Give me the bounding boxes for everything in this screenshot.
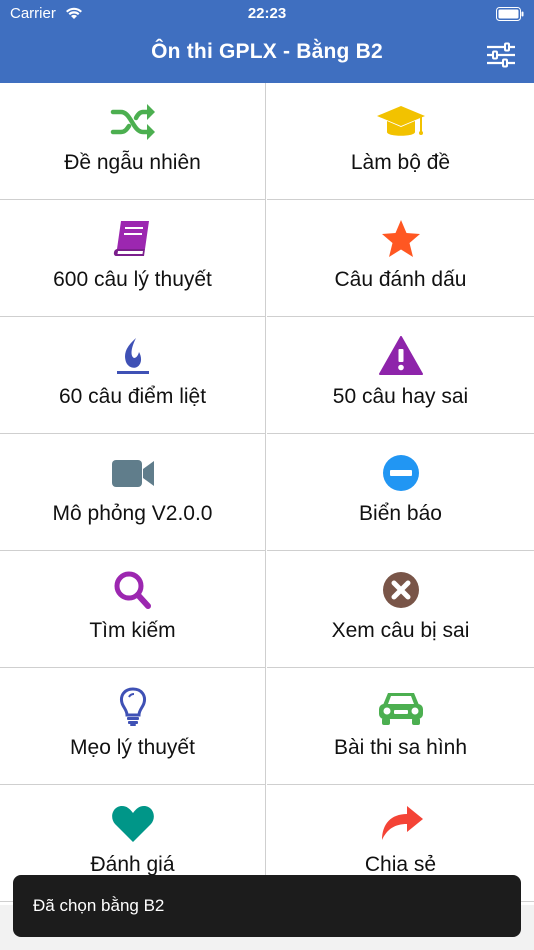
menu-label: Chia sẻ bbox=[364, 853, 437, 876]
menu-wrong-answers[interactable]: Xem câu bị sai bbox=[267, 551, 534, 668]
status-bar: Carrier 22:23 bbox=[0, 0, 534, 28]
fire-icon bbox=[109, 336, 157, 376]
menu-label: 50 câu hay sai bbox=[332, 385, 469, 408]
menu-600-theory[interactable]: 600 câu lý thuyết bbox=[0, 200, 266, 317]
menu-label: Mẹo lý thuyết bbox=[70, 736, 195, 759]
menu-road-signs[interactable]: Biển báo bbox=[267, 434, 534, 551]
menu-label: Đánh giá bbox=[90, 853, 175, 876]
book-icon bbox=[109, 219, 157, 259]
video-camera-icon bbox=[109, 453, 157, 493]
menu-exam-sets[interactable]: Làm bộ đề bbox=[267, 83, 534, 200]
menu-label: Bài thi sa hình bbox=[333, 736, 468, 759]
menu-random-exam[interactable]: Đề ngẫu nhiên bbox=[0, 83, 266, 200]
clock: 22:23 bbox=[247, 5, 287, 22]
menu-practical-test[interactable]: Bài thi sa hình bbox=[267, 668, 534, 785]
toast-text: Đã chọn bằng B2 bbox=[33, 896, 165, 915]
menu-label: Câu đánh dấu bbox=[334, 268, 467, 291]
menu-50-common-mistakes[interactable]: 50 câu hay sai bbox=[267, 317, 534, 434]
times-circle-icon bbox=[377, 570, 425, 610]
settings-sliders-icon[interactable] bbox=[486, 42, 516, 68]
page-title: Ôn thi GPLX - Bằng B2 bbox=[151, 40, 383, 63]
battery-icon bbox=[496, 7, 524, 21]
lightbulb-icon bbox=[109, 687, 157, 727]
star-icon bbox=[377, 219, 425, 259]
menu-theory-tips[interactable]: Mẹo lý thuyết bbox=[0, 668, 266, 785]
graduation-cap-icon bbox=[376, 102, 425, 142]
no-entry-icon bbox=[377, 453, 425, 493]
toast-message: Đã chọn bằng B2 bbox=[13, 875, 521, 937]
shuffle-icon bbox=[109, 102, 157, 142]
menu-label: 60 câu điểm liệt bbox=[58, 385, 207, 408]
menu-label: Mô phỏng V2.0.0 bbox=[52, 502, 213, 525]
menu-search[interactable]: Tìm kiếm bbox=[0, 551, 266, 668]
menu-label: 600 câu lý thuyết bbox=[53, 268, 212, 291]
menu-label: Xem câu bị sai bbox=[331, 619, 470, 642]
menu-label: Đề ngẫu nhiên bbox=[64, 151, 201, 174]
app-header: Carrier 22:23 Ôn thi GPLX - Bằng B2 bbox=[0, 0, 534, 83]
menu-simulation[interactable]: Mô phỏng V2.0.0 bbox=[0, 434, 266, 551]
menu-60-critical[interactable]: 60 câu điểm liệt bbox=[0, 317, 266, 434]
share-icon bbox=[377, 804, 425, 844]
search-icon bbox=[109, 570, 157, 610]
menu-label: Biển báo bbox=[359, 502, 442, 525]
menu-label: Làm bộ đề bbox=[350, 151, 451, 174]
warning-icon bbox=[377, 336, 425, 376]
menu-label: Tìm kiếm bbox=[89, 619, 176, 642]
car-icon bbox=[377, 687, 425, 727]
menu-bookmarked[interactable]: Câu đánh dấu bbox=[267, 200, 534, 317]
heart-icon bbox=[109, 804, 157, 844]
